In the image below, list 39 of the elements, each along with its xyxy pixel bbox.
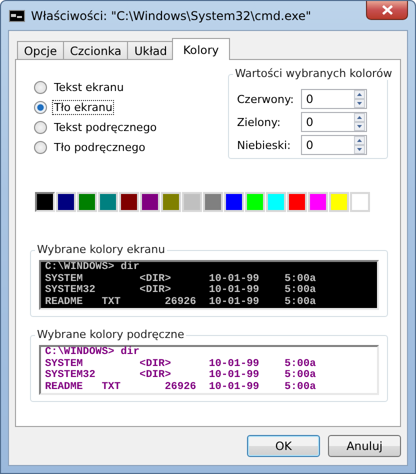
console-line: SYSTEM <DIR> 10-01-99 5:00a (45, 274, 317, 285)
group-title: Wybrane kolory ekranu (35, 243, 168, 256)
console-line: README TXT 26926 10-01-99 5:00a (45, 296, 317, 308)
color-swatch[interactable] (35, 192, 55, 212)
console-line: C:\WINDOWS> dir (45, 347, 141, 358)
field-label: Niebieski: (237, 138, 292, 152)
tab[interactable]: Opcje (17, 41, 64, 60)
radio-label[interactable]: Tło ekranu (52, 100, 114, 115)
spin-field[interactable]: 0 (301, 89, 367, 109)
radio-button[interactable] (34, 141, 47, 154)
close-button[interactable] (366, 1, 408, 20)
dialog-button[interactable]: OK (247, 435, 320, 457)
spin-field[interactable]: 0 (301, 112, 367, 132)
group-title: Wartości wybranych kolorów (233, 67, 394, 80)
field-label: Zielony: (237, 116, 282, 128)
radio-button[interactable] (34, 121, 47, 134)
group-title: Wybrane kolory podręczne (35, 328, 186, 341)
console-line: SYSTEM <DIR> 10-01-99 5:00a (45, 358, 317, 370)
radio-label[interactable]: Tekst podręcznego (52, 120, 159, 135)
dialog-button[interactable]: Anuluj (328, 435, 401, 457)
tab[interactable]: Układ (127, 41, 174, 60)
spinner-arrows-icon (354, 113, 365, 131)
tab[interactable]: Czcionka (62, 41, 128, 60)
console-icon (9, 10, 25, 22)
console-line: C:\WINDOWS> dir (45, 262, 141, 274)
spinner-arrows-icon (354, 90, 365, 108)
radio-button[interactable] (34, 101, 47, 114)
radio-button[interactable] (34, 81, 47, 94)
spinner-arrows-icon (354, 136, 365, 154)
radio-label[interactable]: Tekst ekranu (52, 80, 126, 95)
spin-field[interactable]: 0 (301, 135, 367, 155)
radio-label[interactable]: Tło podręcznego (52, 140, 148, 155)
close-icon (382, 5, 392, 15)
console-line: README TXT 26926 10-01-99 5:00a (45, 382, 317, 393)
console-line: SYSTEM32 <DIR> 10-01-99 5:00a (45, 285, 317, 296)
window-title: Właściwości: "C:\Windows\System32\cmd.exe" (31, 8, 312, 22)
field-label: Czerwony: (237, 92, 295, 106)
console-line: SYSTEM32 <DIR> 10-01-99 5:00a (45, 370, 317, 382)
tab[interactable]: Kolory (172, 38, 230, 60)
